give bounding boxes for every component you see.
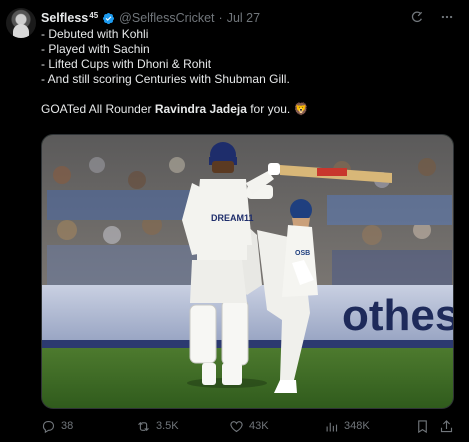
reply-icon	[42, 420, 55, 433]
tweet-closing-line: GOATed All Rounder Ravindra Jadeja for y…	[41, 102, 456, 117]
bookmark-icon	[418, 419, 427, 433]
ad-banner-text: othes	[342, 291, 454, 340]
view-count: 348K	[344, 420, 370, 432]
tweet-header: Selfless45 @SelflessCricket · Jul 27	[41, 9, 260, 27]
tweet-date[interactable]: Jul 27	[227, 11, 260, 25]
tweet-photo[interactable]: othes OSB DREAM11	[41, 134, 454, 409]
like-count: 43K	[249, 420, 269, 432]
heart-icon	[230, 420, 243, 432]
tweet-line: - And still scoring Centuries with Shubm…	[41, 72, 290, 86]
lion-emoji: 🦁	[293, 102, 309, 116]
share-button[interactable]	[439, 417, 454, 435]
shirt-text-2: OSB	[295, 250, 310, 257]
author-name-superscript: 45	[89, 11, 99, 20]
more-options-icon[interactable]	[439, 9, 455, 25]
repost-icon	[138, 421, 149, 431]
header-actions	[409, 9, 455, 25]
shirt-text: DREAM11	[211, 213, 254, 223]
separator-dot: ·	[218, 11, 223, 25]
reply-button[interactable]: 38	[41, 417, 73, 435]
cricket-photo-illustration: othes OSB DREAM11	[42, 135, 454, 408]
bookmark-button[interactable]	[415, 417, 430, 435]
tweet-line: - Debuted with Kohli	[41, 27, 149, 41]
author-name-text[interactable]: Selfless	[41, 11, 88, 25]
closing-suffix: for you.	[246, 102, 294, 116]
closing-prefix: GOATed All Rounder	[41, 102, 155, 116]
avatar[interactable]	[6, 8, 36, 38]
author-name[interactable]: Selfless45	[41, 11, 98, 25]
grok-icon[interactable]	[409, 9, 425, 25]
views-button[interactable]: 348K	[324, 417, 370, 435]
share-icon	[440, 419, 453, 432]
analytics-icon	[326, 422, 338, 431]
like-button[interactable]: 43K	[229, 417, 269, 435]
author-handle[interactable]: @SelflessCricket	[119, 11, 214, 25]
verified-badge-icon	[103, 12, 115, 24]
tweet-line: - Played with Sachin	[41, 42, 150, 56]
repost-button[interactable]: 3.5K	[136, 417, 179, 435]
tweet-line: - Lifted Cups with Dhoni & Rohit	[41, 57, 212, 71]
closing-bold: Ravindra Jadeja	[154, 102, 247, 116]
tweet-text: - Debuted with Kohli - Played with Sachi…	[41, 27, 456, 117]
tweet-actions: 38 3.5K 43K 348K	[41, 417, 461, 435]
repost-count: 3.5K	[156, 420, 179, 432]
tweet-card[interactable]: Selfless45 @SelflessCricket · Jul 27 - D…	[0, 0, 469, 442]
reply-count: 38	[61, 420, 74, 432]
